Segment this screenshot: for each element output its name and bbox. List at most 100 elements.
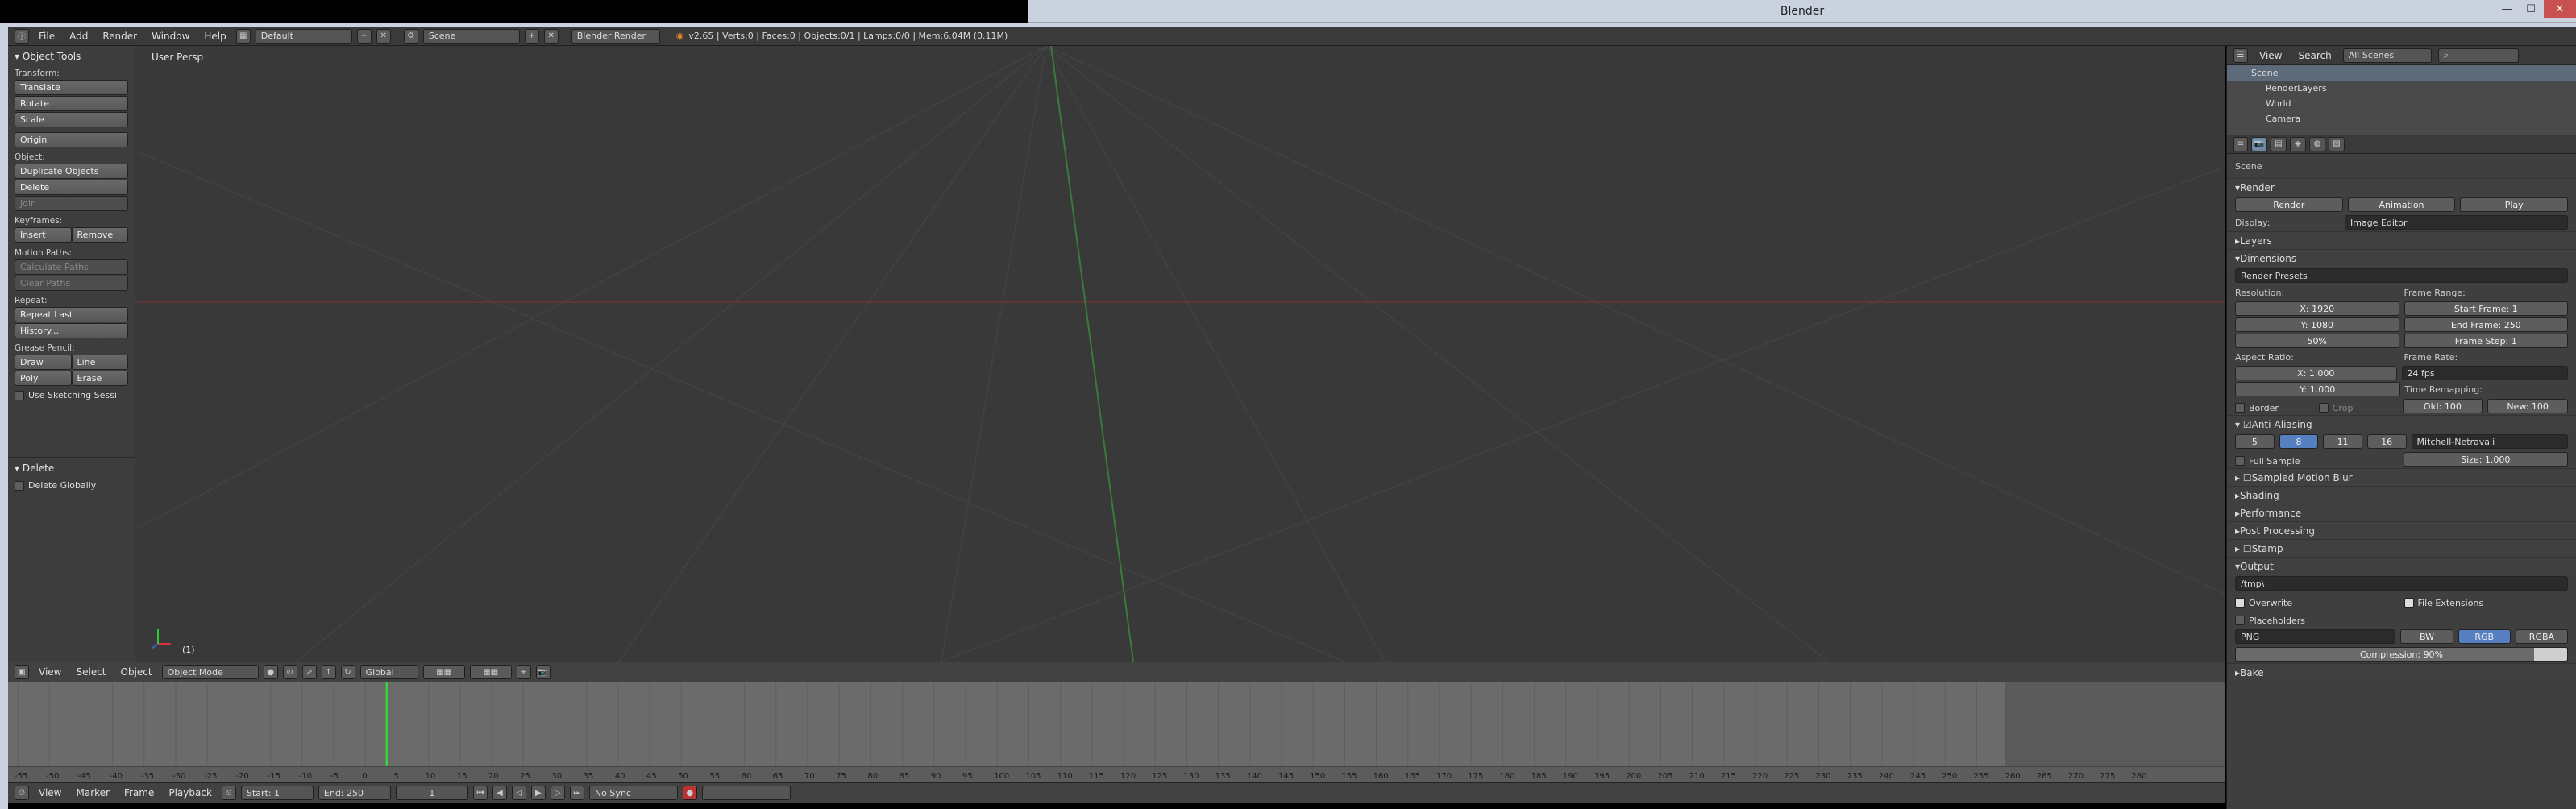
anti-aliasing-section[interactable]: ▾ ☑ Anti-Aliasing — [2227, 415, 2576, 433]
aa-samples-5[interactable]: 5 — [2235, 434, 2275, 449]
sketching-checkbox[interactable]: Use Sketching Sessi — [15, 390, 128, 400]
outliner-search-menu[interactable]: Search — [2293, 50, 2336, 61]
stamp-section[interactable]: ▸ ☐ Stamp — [2227, 539, 2576, 557]
resolution-y-field[interactable]: Y: 1080 — [2235, 317, 2399, 332]
join-button[interactable]: Join — [15, 196, 128, 211]
render-tab-icon[interactable]: 📷 — [2251, 136, 2267, 151]
preview-range-icon[interactable]: ⏲ — [221, 786, 236, 800]
aa-samples-16[interactable]: 16 — [2366, 434, 2407, 449]
translate-button[interactable]: Translate — [15, 80, 128, 95]
screen-layout-icon[interactable]: ▦ — [235, 28, 251, 44]
aa-filter-select[interactable]: Mitchell-Netravali — [2411, 434, 2568, 449]
aspect-x-field[interactable]: X: 1.000 — [2235, 366, 2397, 380]
fps-select[interactable]: 24 fps — [2401, 366, 2568, 380]
history-button[interactable]: History... — [15, 323, 128, 338]
add-screen-icon[interactable]: + — [356, 28, 372, 44]
render-button[interactable]: Render — [2235, 197, 2343, 212]
orientation-select[interactable]: Global — [359, 665, 418, 679]
clear-paths-button[interactable]: Clear Paths — [15, 276, 128, 291]
aa-samples-11[interactable]: 11 — [2323, 434, 2362, 449]
scene-icon[interactable]: ⚙ — [403, 28, 418, 44]
calculate-paths-button[interactable]: Calculate Paths — [15, 259, 128, 275]
scene-tab-icon[interactable]: ◈ — [2290, 136, 2306, 151]
start-frame-prop-field[interactable]: Start Frame: 1 — [2404, 301, 2568, 316]
vp-menu-select[interactable]: Select — [71, 666, 110, 678]
shading-section[interactable]: ▸ Shading — [2227, 486, 2576, 504]
sync-select[interactable]: No Sync — [588, 786, 678, 800]
compression-slider[interactable]: Compression: 90% — [2235, 647, 2568, 662]
rotate-manip-icon[interactable]: ↻ — [340, 665, 355, 679]
insert-keyframe-button[interactable]: Insert — [15, 227, 72, 243]
render-engine-select[interactable]: Blender Render — [571, 28, 660, 44]
placeholders-checkbox[interactable]: Placeholders — [2235, 616, 2568, 626]
output-section[interactable]: ▾ Output — [2227, 557, 2576, 575]
color-rgb[interactable]: RGB — [2458, 629, 2511, 644]
editor-type-properties-icon[interactable]: ≡ — [2233, 136, 2248, 151]
start-frame-field[interactable]: Start: 1 — [240, 786, 314, 800]
color-rgba[interactable]: RGBA — [2515, 629, 2569, 644]
file-format-select[interactable]: PNG — [2235, 629, 2396, 644]
outliner-row-camera[interactable]: Camera — [2227, 111, 2576, 127]
rotate-button[interactable]: Rotate — [15, 96, 128, 111]
add-scene-icon[interactable]: + — [524, 28, 539, 44]
jump-end-icon[interactable]: ⏭ — [569, 786, 584, 800]
keying-set-field[interactable] — [701, 786, 791, 800]
bake-section[interactable]: ▸ Bake — [2227, 663, 2576, 681]
end-frame-prop-field[interactable]: End Frame: 250 — [2404, 317, 2568, 332]
menu-file[interactable]: File — [34, 31, 60, 42]
render-presets-select[interactable]: Render Presets — [2235, 268, 2568, 283]
outliner-scope-select[interactable]: All Scenes — [2342, 48, 2432, 63]
outliner-view-menu[interactable]: View — [2254, 50, 2287, 61]
pivot-icon[interactable]: ⊙ — [282, 665, 297, 679]
menu-help[interactable]: Help — [199, 31, 231, 42]
tl-menu-frame[interactable]: Frame — [119, 787, 159, 799]
3d-viewport[interactable] — [135, 46, 2225, 662]
play-reverse-icon[interactable]: ◁ — [511, 786, 526, 800]
current-frame-field[interactable]: 1 — [395, 786, 468, 800]
scene-layers-icon[interactable]: ▦▦ — [422, 665, 465, 679]
close-button[interactable]: ✕ — [2544, 0, 2576, 18]
object-tools-title[interactable]: ▾ Object Tools — [15, 51, 128, 62]
snap-icon[interactable]: ⌖ — [516, 665, 531, 679]
performance-section[interactable]: ▸ Performance — [2227, 504, 2576, 521]
prev-key-icon[interactable]: ◀ — [492, 786, 507, 800]
crop-checkbox[interactable]: Crop — [2318, 403, 2398, 413]
motion-blur-section[interactable]: ▸ ☐ Sampled Motion Blur — [2227, 468, 2576, 486]
menu-window[interactable]: Window — [147, 31, 194, 42]
outliner-row-scene[interactable]: Scene — [2227, 65, 2576, 81]
maximize-button[interactable]: ☐ — [2520, 0, 2542, 18]
aa-samples-8[interactable]: 8 — [2279, 434, 2319, 449]
file-extensions-checkbox[interactable]: File Extensions — [2404, 598, 2569, 608]
delete-operator-title[interactable]: ▾ Delete — [15, 463, 128, 474]
output-path-input[interactable]: /tmp\ — [2235, 576, 2568, 591]
frame-step-field[interactable]: Frame Step: 1 — [2404, 334, 2568, 348]
animation-button[interactable]: Animation — [2347, 197, 2456, 212]
resolution-percent-slider[interactable]: 50% — [2235, 334, 2399, 348]
vp-menu-view[interactable]: View — [34, 666, 66, 678]
origin-button[interactable]: Origin — [15, 132, 128, 147]
full-sample-checkbox[interactable]: Full Sample — [2235, 456, 2399, 467]
translate-manip-icon[interactable]: ↑ — [321, 665, 336, 679]
play-icon[interactable]: ▶ — [530, 786, 546, 800]
overwrite-checkbox[interactable]: Overwrite — [2235, 598, 2399, 608]
color-bw[interactable]: BW — [2400, 629, 2453, 644]
tl-menu-view[interactable]: View — [34, 787, 66, 799]
menu-add[interactable]: Add — [64, 31, 93, 42]
scale-button[interactable]: Scale — [15, 112, 128, 127]
scene-field[interactable]: Scene — [422, 28, 520, 44]
remap-old-field[interactable]: Old: 100 — [2402, 399, 2483, 413]
aspect-y-field[interactable]: Y: 1.000 — [2235, 382, 2400, 396]
display-select[interactable]: Image Editor — [2345, 215, 2568, 230]
remap-new-field[interactable]: New: 100 — [2487, 399, 2568, 413]
next-key-icon[interactable]: ▷ — [550, 786, 565, 800]
delete-button[interactable]: Delete — [15, 180, 128, 195]
aa-size-field[interactable]: Size: 1.000 — [2403, 452, 2568, 467]
editor-type-outliner-icon[interactable]: ☰ — [2233, 48, 2248, 63]
mode-select[interactable]: Object Mode — [161, 665, 259, 679]
dimensions-section[interactable]: ▾ Dimensions — [2227, 249, 2576, 267]
screen-field[interactable]: Default — [255, 28, 352, 44]
editor-type-timeline-icon[interactable]: ⏱ — [15, 786, 29, 800]
duplicate-objects-button[interactable]: Duplicate Objects — [15, 164, 128, 179]
scene-layers-2-icon[interactable]: ▦▦ — [469, 665, 512, 679]
outliner-search-input[interactable]: ⌕ — [2437, 48, 2519, 63]
